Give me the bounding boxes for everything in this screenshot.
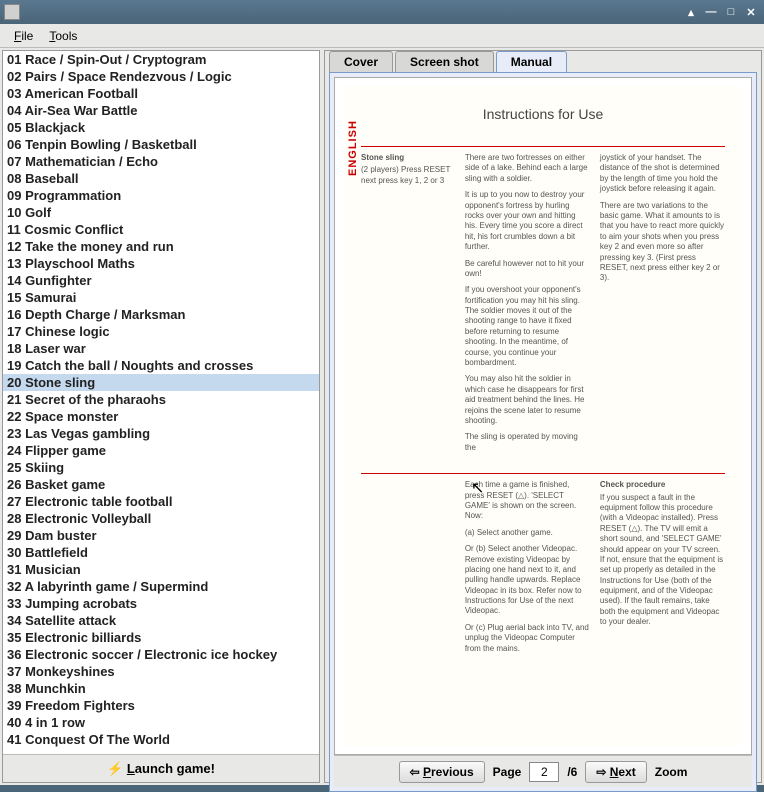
game-item[interactable]: 41 Conquest Of The World <box>3 731 319 748</box>
page-label: Page <box>493 765 522 779</box>
previous-button[interactable]: ⇦ Previous <box>399 761 485 783</box>
game-item[interactable]: 15 Samurai <box>3 289 319 306</box>
left-panel: 01 Race / Spin-Out / Cryptogram02 Pairs … <box>2 50 320 783</box>
game-item[interactable]: 16 Depth Charge / Marksman <box>3 306 319 323</box>
game-item[interactable]: 21 Secret of the pharaohs <box>3 391 319 408</box>
tab-screenshot[interactable]: Screen shot <box>395 51 494 72</box>
game-item[interactable]: 23 Las Vegas gambling <box>3 425 319 442</box>
game-item[interactable]: 07 Mathematician / Echo <box>3 153 319 170</box>
menubar: File Tools <box>0 24 764 48</box>
game-item[interactable]: 09 Programmation <box>3 187 319 204</box>
game-item[interactable]: 06 Tenpin Bowling / Basketball <box>3 136 319 153</box>
game-item[interactable]: 37 Monkeyshines <box>3 663 319 680</box>
game-item[interactable]: 35 Electronic billiards <box>3 629 319 646</box>
game-item[interactable]: 32 A labyrinth game / Supermind <box>3 578 319 595</box>
manual-text: joystick of your handset. The distance o… <box>600 153 725 195</box>
game-list[interactable]: 01 Race / Spin-Out / Cryptogram02 Pairs … <box>3 51 319 754</box>
game-item[interactable]: 12 Take the money and run <box>3 238 319 255</box>
manual-text: (2 players) Press RESET next press key 1… <box>361 165 455 186</box>
manual-text: Be careful however not to hit your own! <box>465 259 590 280</box>
manual-text: If you overshoot your opponent's fortifi… <box>465 285 590 368</box>
game-item[interactable]: 40 4 in 1 row <box>3 714 319 731</box>
game-item[interactable]: 29 Dam buster <box>3 527 319 544</box>
game-item[interactable]: 27 Electronic table football <box>3 493 319 510</box>
game-item[interactable]: 36 Electronic soccer / Electronic ice ho… <box>3 646 319 663</box>
game-item[interactable]: 30 Battlefield <box>3 544 319 561</box>
divider <box>361 473 725 474</box>
game-item[interactable]: 28 Electronic Volleyball <box>3 510 319 527</box>
divider <box>361 146 725 147</box>
game-heading: Stone sling <box>361 153 455 163</box>
game-item[interactable]: 18 Laser war <box>3 340 319 357</box>
page-input[interactable] <box>529 762 559 782</box>
manual-title: Instructions for Use <box>361 106 725 122</box>
menu-tools[interactable]: Tools <box>41 27 85 45</box>
close-button[interactable]: ✕ <box>742 4 760 20</box>
tab-cover[interactable]: Cover <box>329 51 393 72</box>
game-item[interactable]: 26 Basket game <box>3 476 319 493</box>
page-nav: ⇦ Previous Page /6 ⇨ Next Zoom <box>334 755 752 787</box>
manual-text: The sling is operated by moving the <box>465 432 590 453</box>
game-item[interactable]: 38 Munchkin <box>3 680 319 697</box>
tab-manual[interactable]: Manual <box>496 51 567 72</box>
tab-content: Instructions for Use ENGLISH Stone sling… <box>329 72 757 792</box>
game-item[interactable]: 33 Jumping acrobats <box>3 595 319 612</box>
menu-file[interactable]: File <box>6 27 41 45</box>
game-item[interactable]: 14 Gunfighter <box>3 272 319 289</box>
game-item[interactable]: 34 Satellite attack <box>3 612 319 629</box>
game-item[interactable]: 08 Baseball <box>3 170 319 187</box>
rollup-button[interactable]: ▴ <box>682 4 700 20</box>
manual-page: Instructions for Use ENGLISH Stone sling… <box>343 86 743 746</box>
check-heading: Check procedure <box>600 480 725 490</box>
game-item[interactable]: 25 Skiing <box>3 459 319 476</box>
game-item[interactable]: 17 Chinese logic <box>3 323 319 340</box>
manual-text: (a) Select another game. <box>465 528 590 538</box>
game-item[interactable]: 03 American Football <box>3 85 319 102</box>
manual-text: Or (c) Plug aerial back into TV, and unp… <box>465 623 590 654</box>
manual-text: Each time a game is finished, press RESE… <box>465 480 590 522</box>
maximize-button[interactable]: □ <box>722 4 740 20</box>
game-item[interactable]: 02 Pairs / Space Rendezvous / Logic <box>3 68 319 85</box>
game-item[interactable]: 22 Space monster <box>3 408 319 425</box>
manual-text: It is up to you now to destroy your oppo… <box>465 190 590 252</box>
manual-text: You may also hit the soldier in which ca… <box>465 374 590 426</box>
game-item[interactable]: 20 Stone sling <box>3 374 319 391</box>
game-item[interactable]: 01 Race / Spin-Out / Cryptogram <box>3 51 319 68</box>
game-item[interactable]: 04 Air-Sea War Battle <box>3 102 319 119</box>
app-icon <box>4 4 20 20</box>
manual-view[interactable]: Instructions for Use ENGLISH Stone sling… <box>334 77 752 755</box>
launch-button[interactable]: Launch game! <box>91 758 231 780</box>
page-total: /6 <box>567 765 577 779</box>
manual-text: There are two variations to the basic ga… <box>600 201 725 284</box>
game-item[interactable]: 10 Golf <box>3 204 319 221</box>
game-item[interactable]: 05 Blackjack <box>3 119 319 136</box>
game-item[interactable]: 11 Cosmic Conflict <box>3 221 319 238</box>
right-panel: Cover Screen shot Manual Instructions fo… <box>324 50 762 783</box>
titlebar: ▴ — □ ✕ <box>0 0 764 24</box>
zoom-label[interactable]: Zoom <box>655 765 688 779</box>
minimize-button[interactable]: — <box>702 4 720 20</box>
tabs: Cover Screen shot Manual <box>325 51 761 72</box>
game-item[interactable]: 24 Flipper game <box>3 442 319 459</box>
game-item[interactable]: 19 Catch the ball / Noughts and crosses <box>3 357 319 374</box>
next-button[interactable]: ⇨ Next <box>585 761 646 783</box>
game-item[interactable]: 13 Playschool Maths <box>3 255 319 272</box>
manual-text: Or (b) Select another Videopac. Remove e… <box>465 544 590 617</box>
manual-text: If you suspect a fault in the equipment … <box>600 493 725 628</box>
manual-text: There are two fortresses on either side … <box>465 153 590 184</box>
english-label: ENGLISH <box>347 120 359 176</box>
game-item[interactable]: 31 Musician <box>3 561 319 578</box>
game-item[interactable]: 39 Freedom Fighters <box>3 697 319 714</box>
